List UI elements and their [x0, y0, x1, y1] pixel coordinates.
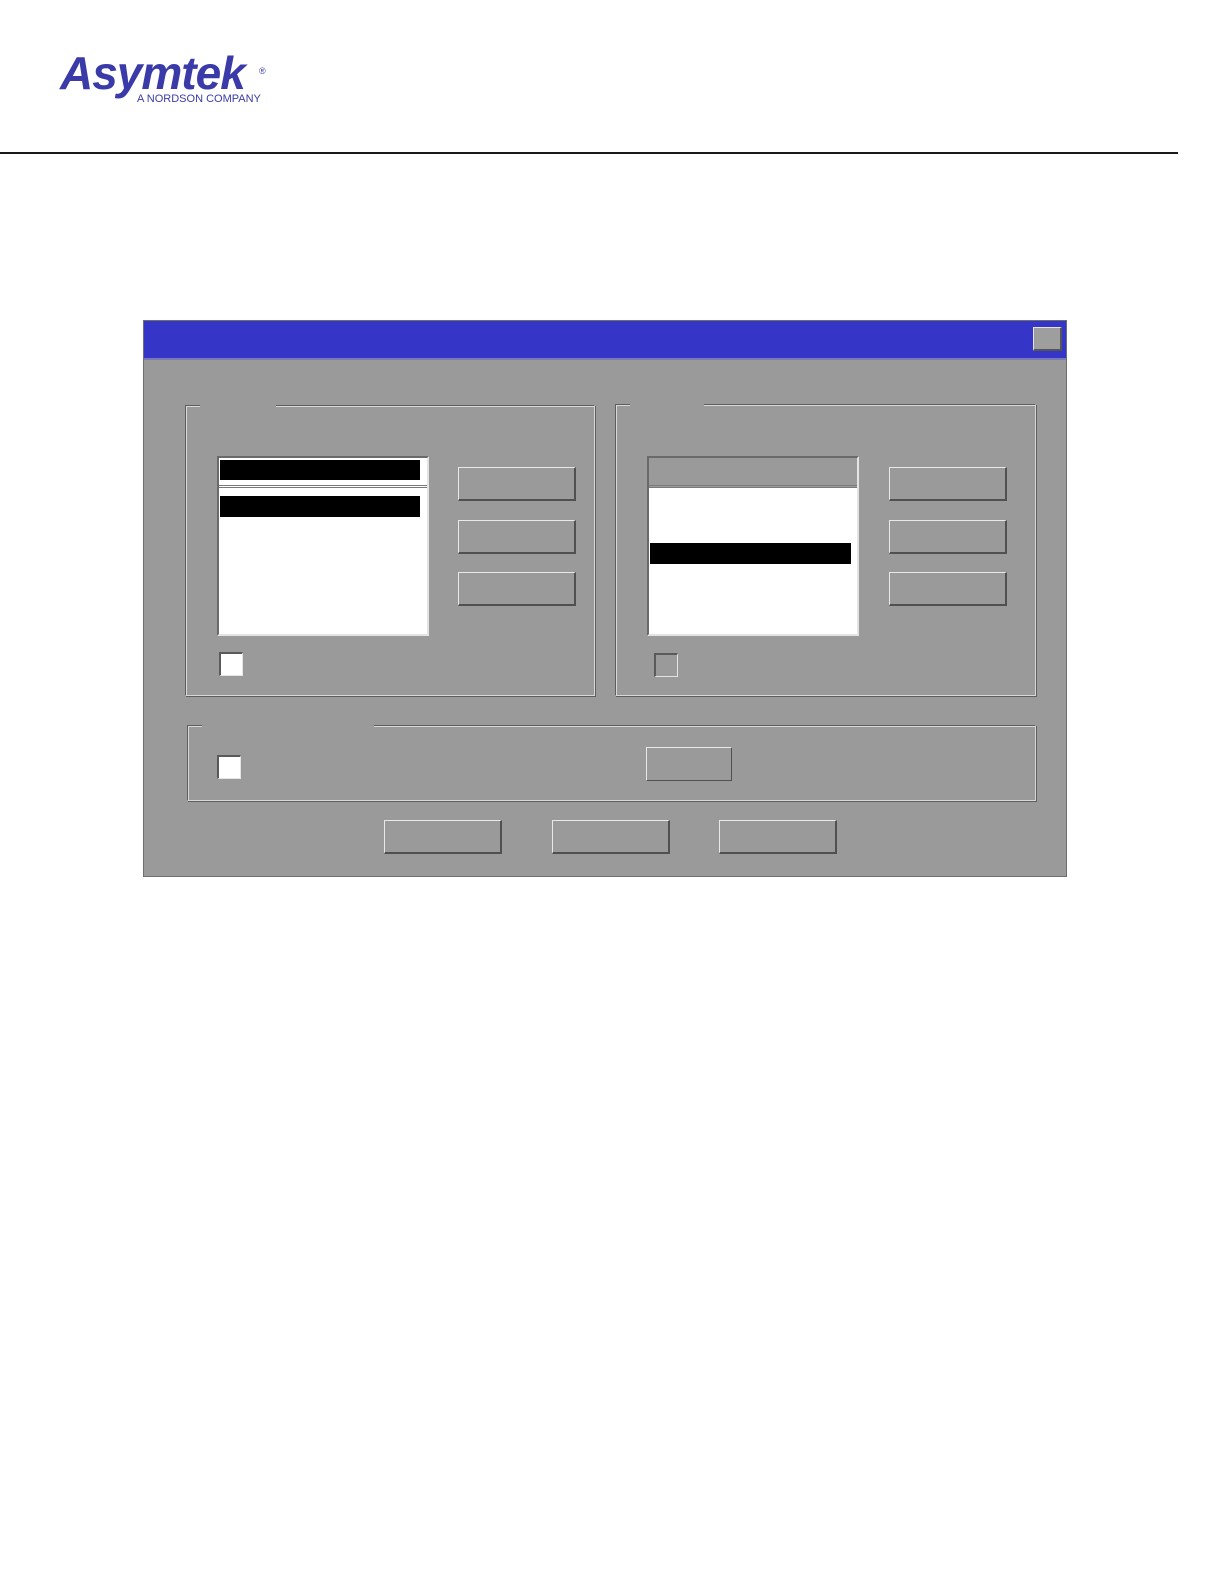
left-list-item-selected[interactable]: [220, 496, 420, 517]
right-checkbox-disabled[interactable]: [654, 653, 678, 677]
dialog-title-bar[interactable]: [144, 321, 1066, 360]
left-list-header-selection: [220, 460, 420, 480]
dialog-button-3[interactable]: [719, 820, 837, 854]
left-group-box: [185, 403, 595, 696]
left-button-1[interactable]: [458, 467, 576, 501]
left-group-title-gap: [200, 403, 276, 409]
bottom-value-field[interactable]: [646, 747, 732, 781]
right-button-2[interactable]: [889, 520, 1007, 554]
left-list-box[interactable]: [217, 456, 429, 636]
right-list-item-selected[interactable]: [650, 543, 851, 564]
right-button-1[interactable]: [889, 467, 1007, 501]
left-checkbox[interactable]: [219, 652, 243, 676]
dialog-button-2[interactable]: [552, 820, 670, 854]
right-list-header[interactable]: [649, 458, 857, 488]
left-button-2[interactable]: [458, 520, 576, 554]
right-button-3[interactable]: [889, 572, 1007, 606]
bottom-checkbox[interactable]: [217, 755, 241, 779]
left-list-header[interactable]: [219, 458, 427, 488]
header-divider: [0, 152, 1178, 154]
left-button-3[interactable]: [458, 572, 576, 606]
close-icon[interactable]: [1033, 327, 1062, 351]
bottom-group-box: [187, 723, 1036, 801]
logo-tagline: A NORDSON COMPANY: [137, 93, 261, 105]
bottom-group-title-gap: [202, 723, 374, 729]
right-list-box[interactable]: [647, 456, 859, 636]
dialog-button-1[interactable]: [384, 820, 502, 854]
right-group-box: [615, 402, 1036, 696]
dialog-window: [143, 320, 1067, 877]
asymtek-logo: Asymtek ® A NORDSON COMPANY: [60, 47, 270, 108]
right-group-title-gap: [630, 402, 704, 408]
logo-registered-mark: ®: [259, 66, 266, 76]
logo-brand: Asymtek: [60, 47, 246, 99]
